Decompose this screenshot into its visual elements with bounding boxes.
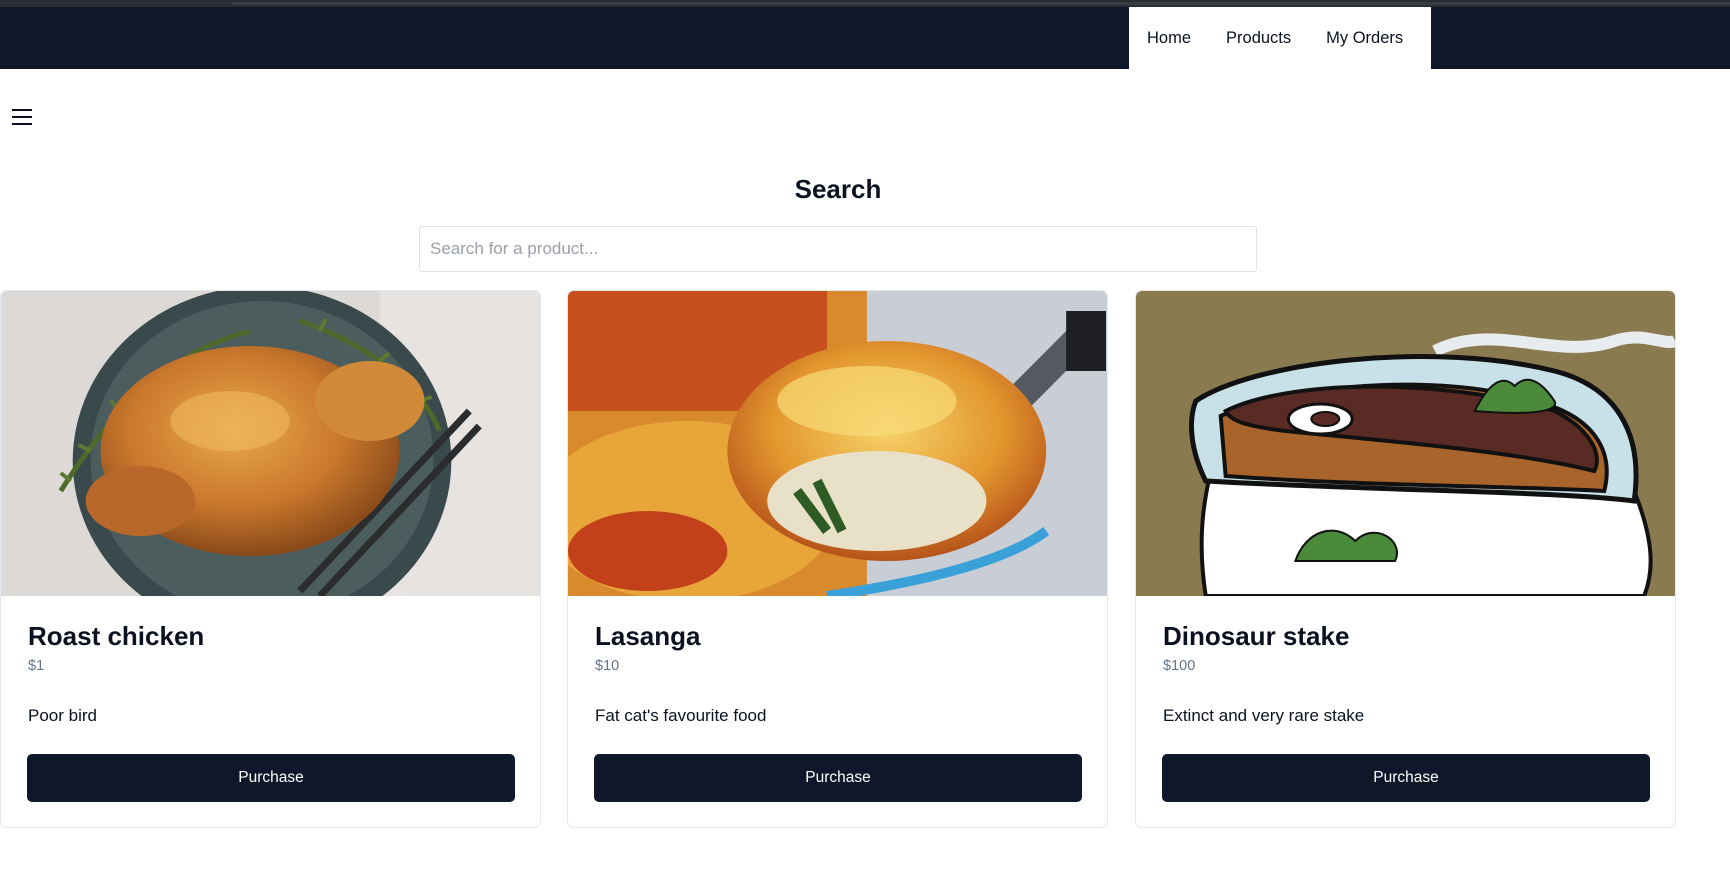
search-input[interactable] [419,226,1257,272]
navbar: Home Products My Orders [0,7,1730,69]
product-description: Fat cat's favourite food [595,706,767,725]
hamburger-menu-icon[interactable] [12,108,32,126]
nav-link-products[interactable]: Products [1226,29,1291,48]
browser-top-strip [0,0,1730,7]
horizontal-scrollbar[interactable] [232,2,1730,5]
product-price: $1 [28,658,45,674]
product-card: Dinosaur stake $100 Extinct and very rar… [1135,290,1676,828]
roast-chicken-photo [1,291,540,596]
nav-link-home[interactable]: Home [1147,29,1191,48]
product-description: Poor bird [28,706,97,725]
cartoon-dinosaur-steak-image [1136,291,1675,596]
lasagna-photo [568,291,1107,596]
nav-menu: Home Products My Orders [1129,7,1431,69]
product-description: Extinct and very rare stake [1163,706,1365,725]
product-name: Roast chicken [28,621,205,651]
purchase-button[interactable]: Purchase [1162,754,1650,802]
product-price: $100 [1163,658,1196,674]
product-price: $10 [595,658,620,674]
purchase-button[interactable]: Purchase [594,754,1082,802]
product-name: Lasanga [595,621,701,651]
product-card: Lasanga $10 Fat cat's favourite food Pur… [567,290,1108,828]
product-card: Roast chicken $1 Poor bird Purchase [0,290,541,828]
product-name: Dinosaur stake [1163,621,1350,651]
nav-link-my-orders[interactable]: My Orders [1326,29,1403,48]
purchase-button[interactable]: Purchase [27,754,515,802]
search-heading: Search [794,174,882,204]
